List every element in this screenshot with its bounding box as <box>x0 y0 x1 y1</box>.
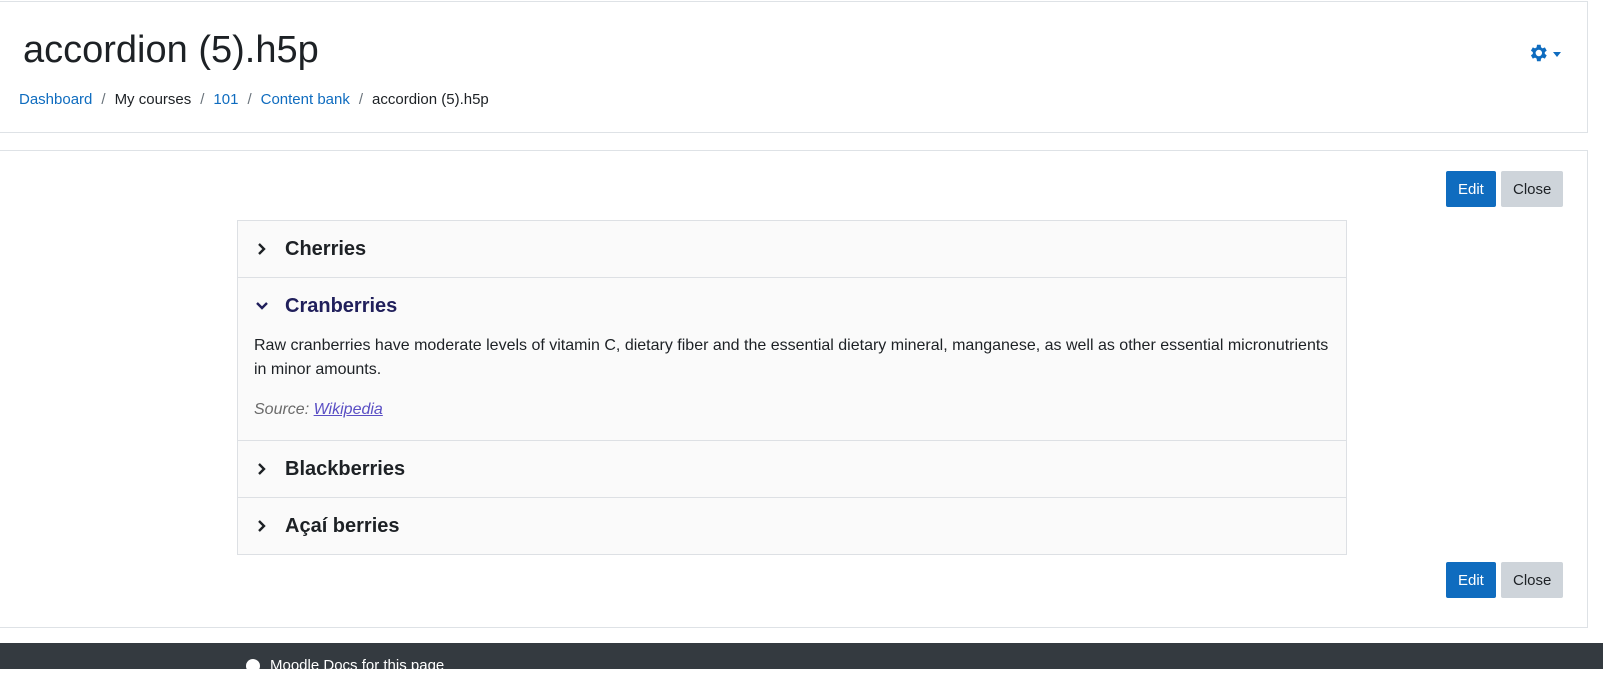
breadcrumb-dashboard[interactable]: Dashboard <box>19 89 92 111</box>
chevron-right-icon <box>258 243 266 255</box>
breadcrumb-separator: / <box>200 91 205 108</box>
edit-button-bottom[interactable]: Edit <box>1446 562 1496 598</box>
gear-icon <box>1530 44 1547 62</box>
chevron-down-icon <box>1553 52 1561 57</box>
chevron-right-icon <box>258 520 266 532</box>
accordion-header-acai-berries[interactable]: Açaí berries <box>238 498 1346 554</box>
breadcrumb: Dashboard / My courses / 101 / Content b… <box>19 89 489 111</box>
page-title: accordion (5).h5p <box>23 29 319 71</box>
accordion-title: Blackberries <box>285 457 406 480</box>
moodle-docs-link[interactable]: Moodle Docs for this page <box>246 657 444 674</box>
breadcrumb-separator: / <box>247 91 252 108</box>
breadcrumb-separator: / <box>358 91 364 108</box>
accordion-header-blackberries[interactable]: Blackberries <box>238 441 1346 497</box>
chevron-down-icon <box>256 302 268 310</box>
accordion-title: Cranberries <box>285 294 398 317</box>
accordion-title: Açaí berries <box>285 514 400 537</box>
breadcrumb-content-bank[interactable]: Content bank <box>261 89 350 111</box>
accordion-item: Blackberries <box>238 441 1346 498</box>
source-line: Source: Wikipedia <box>254 398 1330 422</box>
source-prefix: Source: <box>254 401 314 418</box>
accordion-panel: Raw cranberries have moderate levels of … <box>238 334 1346 440</box>
accordion-item: Cherries <box>238 221 1346 278</box>
page-footer: Moodle Docs for this page <box>0 643 1603 674</box>
breadcrumb-current: accordion (5).h5p <box>372 91 489 108</box>
accordion-title: Cherries <box>285 237 367 260</box>
breadcrumb-my-courses: My courses <box>114 91 192 108</box>
moodle-docs-label: Moodle Docs for this page <box>270 657 445 674</box>
source-link[interactable]: Wikipedia <box>314 401 383 418</box>
accordion-header-cherries[interactable]: Cherries <box>238 221 1346 277</box>
content-region: Edit Close Cherries Cranberries Raw cran… <box>0 150 1588 628</box>
settings-menu-button[interactable] <box>1527 42 1561 64</box>
h5p-accordion: Cherries Cranberries Raw cranberries hav… <box>237 220 1347 555</box>
accordion-item: Açaí berries <box>238 498 1346 554</box>
chevron-right-icon <box>258 463 266 475</box>
accordion-item: Cranberries Raw cranberries have moderat… <box>238 278 1346 441</box>
breadcrumb-separator: / <box>101 91 106 108</box>
close-button-bottom[interactable]: Close <box>1501 562 1564 598</box>
edit-button[interactable]: Edit <box>1446 171 1496 207</box>
accordion-header-cranberries[interactable]: Cranberries <box>238 278 1346 334</box>
page-header: accordion (5).h5p Dashboard / My courses… <box>0 1 1588 133</box>
breadcrumb-course-101[interactable]: 101 <box>213 89 238 111</box>
close-button[interactable]: Close <box>1501 171 1564 207</box>
info-icon <box>246 658 260 673</box>
accordion-body-text: Raw cranberries have moderate levels of … <box>254 337 1329 378</box>
